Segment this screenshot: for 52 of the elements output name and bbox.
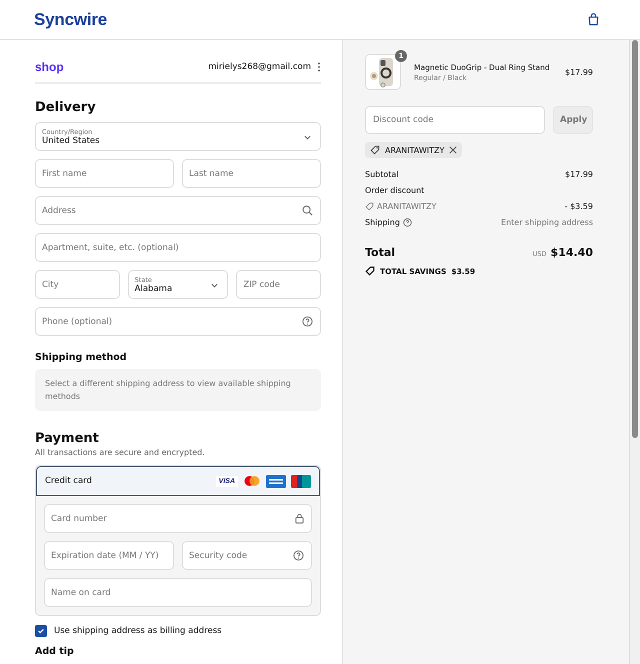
check-icon	[37, 627, 45, 635]
checkbox-label: Use shipping address as billing address	[54, 626, 222, 636]
lock-icon	[295, 513, 304, 524]
product-price: $17.99	[565, 68, 593, 76]
section-heading: Delivery	[35, 100, 97, 115]
search-icon	[302, 205, 313, 216]
apply-button[interactable]: Apply	[553, 106, 593, 134]
close-icon[interactable]	[449, 146, 458, 154]
section-heading: Shipping method	[35, 352, 128, 363]
subtotal-label: Subtotal	[365, 170, 399, 179]
chevron-down-icon	[211, 283, 218, 288]
input-field[interactable]: City	[35, 270, 120, 299]
help-icon[interactable]	[293, 550, 304, 561]
input-field[interactable]: First name	[35, 159, 174, 188]
order-discount-label: Order discount	[365, 186, 424, 195]
discount-code: ARANITAWITZY	[385, 146, 444, 154]
section-heading: Add tip	[35, 646, 75, 657]
total-amount: $14.40	[550, 246, 593, 259]
scrollbar[interactable]	[629, 40, 640, 664]
more-options-icon[interactable]	[317, 62, 321, 72]
amex-logo	[266, 474, 286, 488]
tag-icon	[370, 145, 380, 155]
input-field[interactable]: Apartment, suite, etc. (optional)	[35, 233, 321, 262]
input-field[interactable]: Address	[35, 196, 321, 225]
store-logo[interactable]: Syncwire	[34, 10, 108, 30]
shipping-value: Enter shipping address	[501, 218, 593, 227]
input-field[interactable]: Card number	[44, 504, 312, 533]
payment-subtitle: All transactions are secure and encrypted.	[35, 448, 206, 457]
discount-code-field[interactable]: Discount code	[365, 106, 545, 134]
input-field[interactable]: Name on card	[44, 578, 312, 607]
discount-value: - $3.59	[564, 202, 593, 211]
input-field[interactable]: Phone (optional)	[35, 307, 321, 336]
shopping-bag-icon[interactable]	[587, 13, 600, 26]
chevron-down-icon	[304, 135, 311, 140]
subtotal-value: $17.99	[565, 170, 593, 179]
shipping-notice: Select a different shipping address to view available shipping methods	[35, 369, 321, 411]
input-field[interactable]: Expiration date (MM / YY)	[44, 541, 174, 570]
unionpay-logo	[291, 474, 311, 488]
mastercard-logo	[243, 475, 261, 487]
shipping-label: Shipping	[365, 218, 400, 227]
input-field[interactable]: Security code	[182, 541, 312, 570]
section-heading: Payment	[35, 431, 100, 446]
help-icon[interactable]	[302, 316, 313, 327]
input-field[interactable]: Last name	[182, 159, 321, 188]
account-email: mirielys268@gmail.com	[208, 62, 311, 72]
tag-icon	[365, 266, 375, 276]
checkbox[interactable]	[35, 625, 47, 637]
shop-pay-logo: shop	[35, 60, 65, 74]
total-label: Total	[365, 246, 396, 259]
applied-code: ARANITAWITZY	[365, 202, 436, 211]
input-field[interactable]: ZIP code	[236, 270, 322, 299]
help-icon[interactable]	[402, 218, 412, 227]
